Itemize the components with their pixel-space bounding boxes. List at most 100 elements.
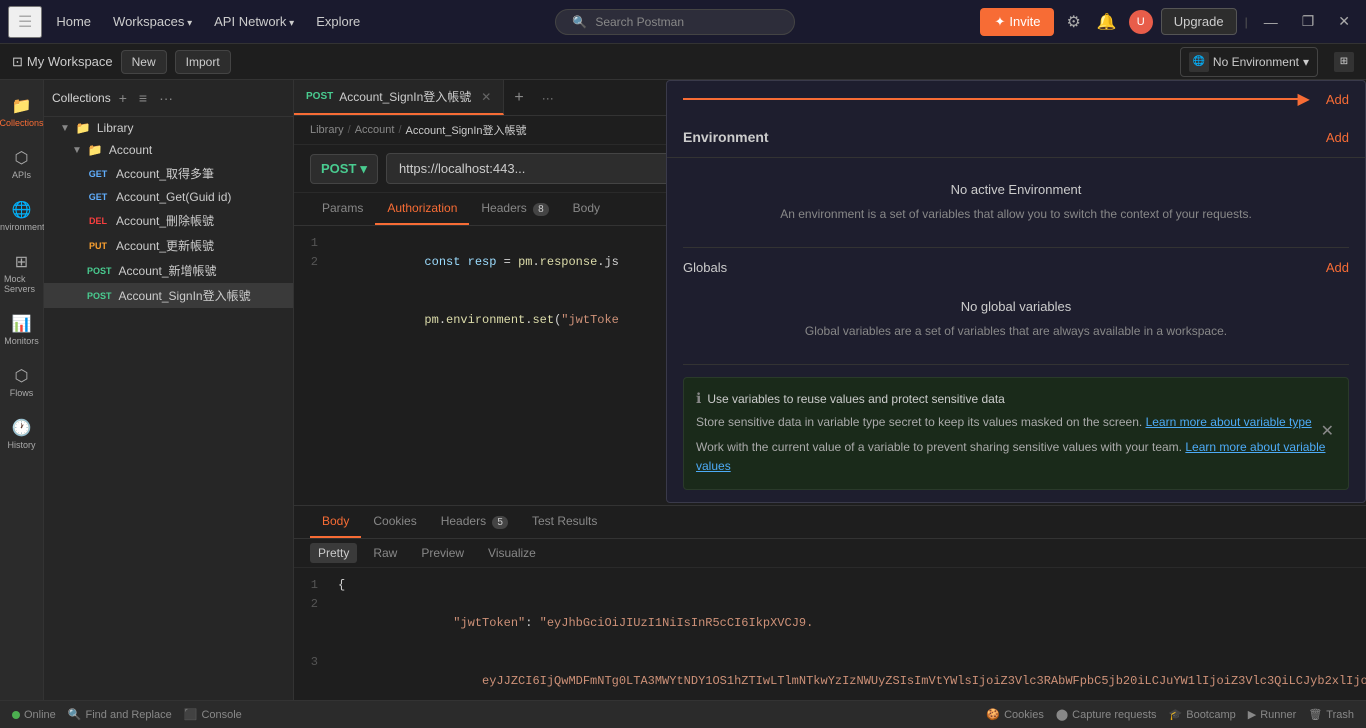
resp-tab-tests[interactable]: Test Results bbox=[520, 506, 609, 538]
sidebar-label-collections: Collections bbox=[0, 118, 44, 128]
tab-authorization[interactable]: Authorization bbox=[375, 193, 469, 225]
collections-panel: Collections + ≡ ··· ▼ 📁 Library ▼ 📁 Acco… bbox=[44, 80, 294, 700]
tree-library[interactable]: ▼ 📁 Library bbox=[44, 117, 293, 139]
item-label: Account_刪除帳號 bbox=[116, 212, 214, 229]
notifications-icon[interactable]: 🔔 bbox=[1093, 8, 1121, 36]
online-status[interactable]: Online bbox=[12, 709, 56, 721]
env-tip-text1: Store sensitive data in variable type se… bbox=[696, 413, 1336, 432]
flows-icon: ⬡ bbox=[15, 366, 29, 386]
nav-explore[interactable]: Explore bbox=[306, 8, 370, 35]
tab-more-button[interactable]: ··· bbox=[534, 91, 562, 105]
trash-button[interactable]: 🗑 Trash bbox=[1308, 708, 1354, 721]
capture-button[interactable]: ⬤ Capture requests bbox=[1056, 708, 1157, 721]
method-selector[interactable]: POST ▾ bbox=[310, 154, 378, 184]
minimize-button[interactable]: — bbox=[1256, 10, 1286, 34]
code-str: "jwtToke bbox=[561, 313, 619, 327]
find-replace-button[interactable]: 🔍 Find and Replace bbox=[68, 708, 172, 721]
nav-api-network[interactable]: API Network bbox=[204, 8, 304, 35]
info-icon: ℹ bbox=[696, 390, 701, 407]
trash-label: Trash bbox=[1326, 709, 1354, 721]
find-replace-icon: 🔍 bbox=[68, 708, 82, 721]
import-button[interactable]: Import bbox=[175, 50, 231, 74]
tree-account[interactable]: ▼ 📁 Account bbox=[44, 139, 293, 161]
tab-label: Account_SignIn登入帳號 bbox=[339, 88, 471, 105]
sidebar-item-flows[interactable]: ⬡ Flows bbox=[0, 358, 43, 406]
cookies-button[interactable]: 🍪 Cookies bbox=[986, 708, 1043, 721]
capture-label: Capture requests bbox=[1072, 709, 1156, 721]
env-overlay-title: Environment bbox=[683, 129, 1326, 145]
sidebar-item-mock-servers[interactable]: ⊞ Mock Servers bbox=[0, 244, 43, 302]
resp-line-num-5: 3 bbox=[306, 653, 318, 672]
tab-close-icon[interactable]: ✕ bbox=[481, 90, 491, 104]
sidebar-item-monitors[interactable]: 📊 Monitors bbox=[0, 306, 43, 354]
add-collection-button[interactable]: + bbox=[115, 88, 131, 108]
env-header-add[interactable]: Add bbox=[1326, 130, 1349, 145]
method-badge-get1: GET bbox=[84, 168, 112, 180]
new-button[interactable]: New bbox=[121, 50, 167, 74]
list-item[interactable]: GET Account_Get(Guid id) bbox=[44, 186, 293, 208]
environment-selector[interactable]: 🌐 No Environment ▾ bbox=[1180, 47, 1318, 77]
sidebar-item-collections[interactable]: 📁 Collections bbox=[0, 88, 43, 136]
globals-add-button[interactable]: Add bbox=[1326, 260, 1349, 275]
console-button[interactable]: ⬛ Console bbox=[184, 708, 242, 721]
env-icon: 🌐 bbox=[1189, 52, 1209, 72]
tab-signin[interactable]: POST Account_SignIn登入帳號 ✕ bbox=[294, 80, 504, 115]
list-item[interactable]: PUT Account_更新帳號 bbox=[44, 233, 293, 258]
bootcamp-button[interactable]: 🎓 Bootcamp bbox=[1169, 708, 1236, 721]
env-chevron-icon: ▾ bbox=[1303, 55, 1309, 69]
search-icon: 🔍 bbox=[572, 15, 587, 29]
menu-icon[interactable]: ☰ bbox=[8, 6, 42, 38]
code-keyword: const bbox=[424, 255, 467, 269]
panel-header: Collections + ≡ ··· bbox=[44, 80, 293, 117]
search-box[interactable]: 🔍 Search Postman bbox=[555, 9, 795, 35]
settings-icon[interactable]: ⚙ bbox=[1062, 8, 1084, 36]
list-item[interactable]: POST Account_SignIn登入帳號 bbox=[44, 283, 293, 308]
resp-tab-body[interactable]: Body bbox=[310, 506, 361, 538]
sidebar-item-apis[interactable]: ⬡ APIs bbox=[0, 140, 43, 188]
format-raw[interactable]: Raw bbox=[365, 543, 405, 563]
invite-button[interactable]: ✦ Invite bbox=[980, 8, 1054, 36]
nav-workspaces[interactable]: Workspaces bbox=[103, 8, 202, 35]
breadcrumb-library[interactable]: Library bbox=[310, 124, 344, 136]
list-item[interactable]: GET Account_取得多筆 bbox=[44, 161, 293, 186]
tab-params[interactable]: Params bbox=[310, 193, 375, 225]
sidebar-label-history: History bbox=[7, 440, 35, 450]
library-label: Library bbox=[97, 121, 134, 135]
sidebar-item-environments[interactable]: 🌐 Environments bbox=[0, 192, 43, 240]
resp-tab-headers[interactable]: Headers 5 bbox=[429, 506, 520, 538]
sidebar-label-monitors: Monitors bbox=[4, 336, 39, 346]
tab-headers[interactable]: Headers 8 bbox=[469, 193, 560, 225]
line-num-1: 1 bbox=[306, 234, 318, 253]
more-options-button[interactable]: ··· bbox=[155, 88, 177, 108]
tip-link1[interactable]: Learn more about variable type bbox=[1146, 415, 1312, 429]
format-pretty[interactable]: Pretty bbox=[310, 543, 357, 563]
env-add-button[interactable]: Add bbox=[1326, 92, 1349, 107]
list-item[interactable]: DEL Account_刪除帳號 bbox=[44, 208, 293, 233]
format-preview[interactable]: Preview bbox=[413, 543, 472, 563]
maximize-button[interactable]: ❐ bbox=[1294, 9, 1323, 34]
tip-close-button[interactable]: ✕ bbox=[1317, 417, 1338, 445]
nav-home[interactable]: Home bbox=[46, 8, 101, 35]
env-tip-title: Use variables to reuse values and protec… bbox=[707, 392, 1005, 406]
trash-icon: 🗑 bbox=[1308, 708, 1322, 721]
format-visualize[interactable]: Visualize bbox=[480, 543, 544, 563]
workspace-selector[interactable]: ⊡ My Workspace bbox=[12, 54, 113, 70]
resp-key: "jwtToken" bbox=[453, 616, 525, 630]
close-button[interactable]: ✕ bbox=[1330, 9, 1358, 34]
env-grid-icon[interactable]: ⊞ bbox=[1334, 52, 1354, 72]
request-panel: POST Account_SignIn登入帳號 ✕ + ··· Library … bbox=[294, 80, 1366, 700]
method-badge-get2: GET bbox=[84, 191, 112, 203]
upgrade-button[interactable]: Upgrade bbox=[1161, 8, 1237, 35]
list-item[interactable]: POST Account_新增帳號 bbox=[44, 258, 293, 283]
breadcrumb-account[interactable]: Account bbox=[355, 124, 395, 136]
avatar[interactable]: U bbox=[1129, 10, 1153, 34]
method-badge-del: DEL bbox=[84, 215, 112, 227]
new-tab-button[interactable]: + bbox=[504, 89, 533, 107]
console-icon: ⬛ bbox=[184, 708, 198, 721]
tab-body[interactable]: Body bbox=[561, 193, 612, 225]
topbar-nav: Home Workspaces API Network Explore bbox=[46, 8, 370, 35]
sidebar-item-history[interactable]: 🕐 History bbox=[0, 410, 43, 458]
sort-button[interactable]: ≡ bbox=[135, 88, 151, 108]
resp-tab-cookies[interactable]: Cookies bbox=[361, 506, 428, 538]
runner-button[interactable]: ▶ Runner bbox=[1248, 708, 1297, 721]
